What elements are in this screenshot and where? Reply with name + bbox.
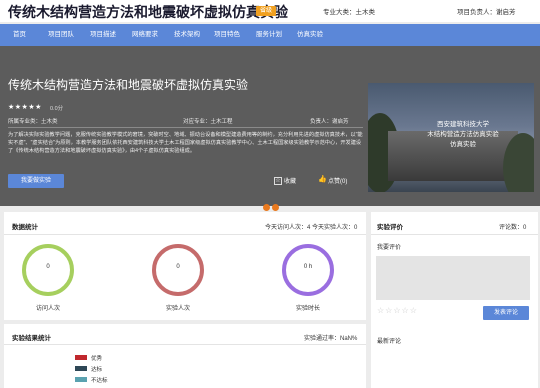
like-label: 点赞(0) — [328, 179, 348, 185]
category-label: 专业大类：土木类 — [323, 9, 375, 16]
hero-title: 传统木结构营造方法和地震破坏虚拟仿真实验 — [8, 78, 249, 92]
pass-rate: 实验通过率：NaN% — [304, 336, 358, 342]
major-category: 所属专业类：土木类 — [8, 119, 58, 125]
start-experiment-button[interactable]: 我要做实验 — [8, 174, 64, 188]
legend-pass: 达标 — [91, 367, 103, 373]
latest-comments-label: 最新评论 — [377, 339, 402, 345]
nav-item-architecture[interactable]: 技术架构 — [174, 24, 200, 46]
duration-ring — [282, 244, 334, 296]
hero-description: 为了解决实际实验教学问题，克服传统实验教学模式的窘境，突破时空、地域、振动台设备… — [8, 132, 363, 154]
leader-label: 项目负责人：谢启芳 — [457, 9, 516, 16]
rate-stars-icon[interactable]: ☆☆☆☆☆ — [377, 306, 418, 315]
rating-stars-icon: ★★★★★ — [8, 104, 42, 111]
hero-image: 西安建筑科技大学 木结构营造方法仿真实验 仿真实验 — [368, 83, 534, 192]
star-icon: ☆ — [274, 177, 282, 186]
results-title: 实验结果统计 — [12, 335, 51, 342]
hero-leader: 负责人：谢启芳 — [310, 119, 349, 125]
nav-item-home[interactable]: 首页 — [13, 24, 26, 46]
target-major: 对应专业：土木工程 — [183, 119, 233, 125]
review-count: 评论数：0 — [499, 225, 527, 231]
site-title: 传统木结构营造方法和地震破坏虚拟仿真实验 — [8, 4, 288, 20]
results-divider — [4, 344, 366, 345]
visits-value: 0 — [46, 264, 50, 270]
legend-swatch-fail — [75, 377, 87, 382]
visits-ring — [22, 244, 74, 296]
legend-excellent: 优秀 — [91, 356, 103, 362]
image-caption-line3: 仿真实验 — [450, 141, 476, 148]
main-nav: 首页 项目团队 项目描述 网络要求 技术架构 项目特色 服务计划 仿真实验 — [0, 24, 540, 46]
favorite-label: 收藏 — [284, 179, 297, 185]
thumbs-up-icon: 👍 — [318, 176, 327, 184]
results-panel: 实验结果统计 实验通过率：NaN% — [4, 324, 366, 388]
hero-divider — [8, 127, 363, 128]
image-caption-line1: 西安建筑科技大学 — [437, 121, 489, 128]
nav-item-team[interactable]: 项目团队 — [48, 24, 74, 46]
rating-score: 0.0分 — [50, 106, 64, 112]
hero-banner: 传统木结构营造方法和地震破坏虚拟仿真实验 ★★★★★ 0.0分 所属专业类：土木… — [0, 46, 540, 206]
nav-item-features[interactable]: 项目特色 — [214, 24, 240, 46]
duration-value: 0 h — [303, 264, 313, 270]
level-badge: 省级 — [256, 6, 277, 16]
legend-fail: 不达标 — [91, 378, 108, 384]
stats-divider — [4, 234, 366, 235]
today-stats: 今天访问人次：4 今天实验人次：0 — [265, 225, 358, 231]
top-header: 传统木结构营造方法和地震破坏虚拟仿真实验 省级 专业大类：土木类 项目负责人：谢… — [0, 0, 540, 22]
carousel-dot-2[interactable] — [272, 204, 279, 211]
nav-item-description[interactable]: 项目描述 — [90, 24, 116, 46]
review-textarea[interactable] — [376, 256, 530, 300]
stats-title: 数据统计 — [12, 224, 38, 231]
visits-label: 访问人次 — [35, 306, 60, 312]
my-review-label: 我要评价 — [377, 245, 402, 251]
experiments-label: 实验人次 — [165, 306, 190, 312]
experiments-ring — [152, 244, 204, 296]
legend-swatch-excellent — [75, 355, 87, 360]
carousel-dot-1[interactable] — [263, 204, 270, 211]
nav-item-service[interactable]: 服务计划 — [256, 24, 282, 46]
favorite-button[interactable]: ☆ 收藏 — [274, 176, 297, 186]
review-title: 实验评价 — [377, 224, 403, 231]
legend-swatch-pass — [75, 366, 87, 371]
like-button[interactable]: 👍点赞(0) — [318, 176, 347, 185]
image-caption-line2: 木结构营造方法仿真实验 — [427, 131, 499, 138]
duration-label: 实验时长 — [295, 306, 320, 312]
experiments-value: 0 — [176, 264, 180, 270]
review-panel: 实验评价 评论数：0 我要评价 最新评论 — [371, 212, 538, 388]
nav-item-simulation[interactable]: 仿真实验 — [297, 24, 323, 46]
submit-comment-button[interactable]: 发表评论 — [483, 306, 529, 320]
nav-item-network[interactable]: 网络要求 — [132, 24, 158, 46]
review-divider — [371, 234, 538, 235]
